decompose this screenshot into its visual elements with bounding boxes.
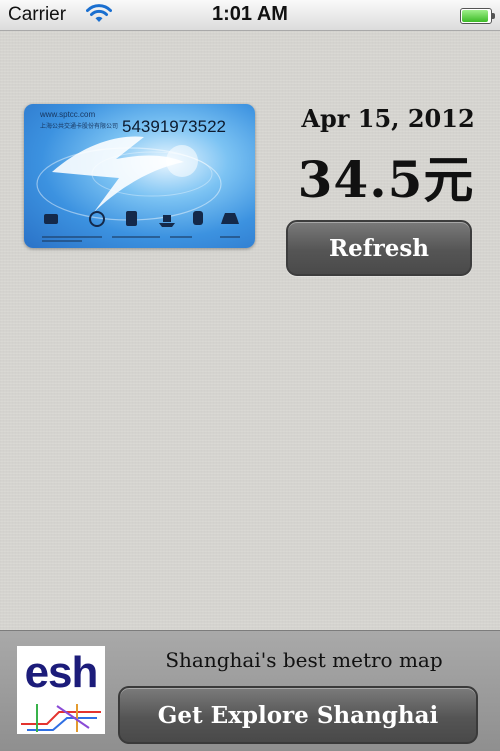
battery-fill xyxy=(462,10,488,22)
card-issuer: 上海公共交通卡股份有限公司 xyxy=(40,124,119,130)
taxi-icon xyxy=(221,213,239,224)
ferry-icon xyxy=(159,215,175,227)
ad-tagline: Shanghai's best metro map xyxy=(165,648,443,672)
wifi-icon xyxy=(86,4,112,22)
get-explore-shanghai-button[interactable]: Get Explore Shanghai xyxy=(118,686,478,744)
refresh-button[interactable]: Refresh xyxy=(286,220,472,276)
logo-text: esh xyxy=(24,648,99,697)
metro-map-thumbnail-icon xyxy=(21,704,101,732)
card-number: 54391973522 xyxy=(122,117,227,136)
train-icon xyxy=(193,211,203,225)
transport-mode-icons xyxy=(44,211,239,227)
card-website: www.sptcc.com xyxy=(40,110,96,119)
card-fine-print xyxy=(42,236,240,242)
transit-card-image: www.sptcc.com 上海公共交通卡股份有限公司 54391973522 xyxy=(24,104,255,248)
metro-icon xyxy=(89,211,105,227)
carrier-label: Carrier xyxy=(8,4,67,25)
card-balance: 34.5元 xyxy=(297,150,475,209)
balance-date: Apr 15, 2012 xyxy=(301,104,475,133)
status-time: 1:01 AM xyxy=(212,3,288,25)
bus-icon xyxy=(126,211,137,226)
battery-tip xyxy=(492,13,495,19)
card-logo-icon xyxy=(44,214,58,224)
explore-shanghai-logo[interactable]: esh xyxy=(17,646,105,734)
battery-icon xyxy=(460,8,495,24)
status-bar: Carrier 1:01 AM xyxy=(0,0,500,31)
